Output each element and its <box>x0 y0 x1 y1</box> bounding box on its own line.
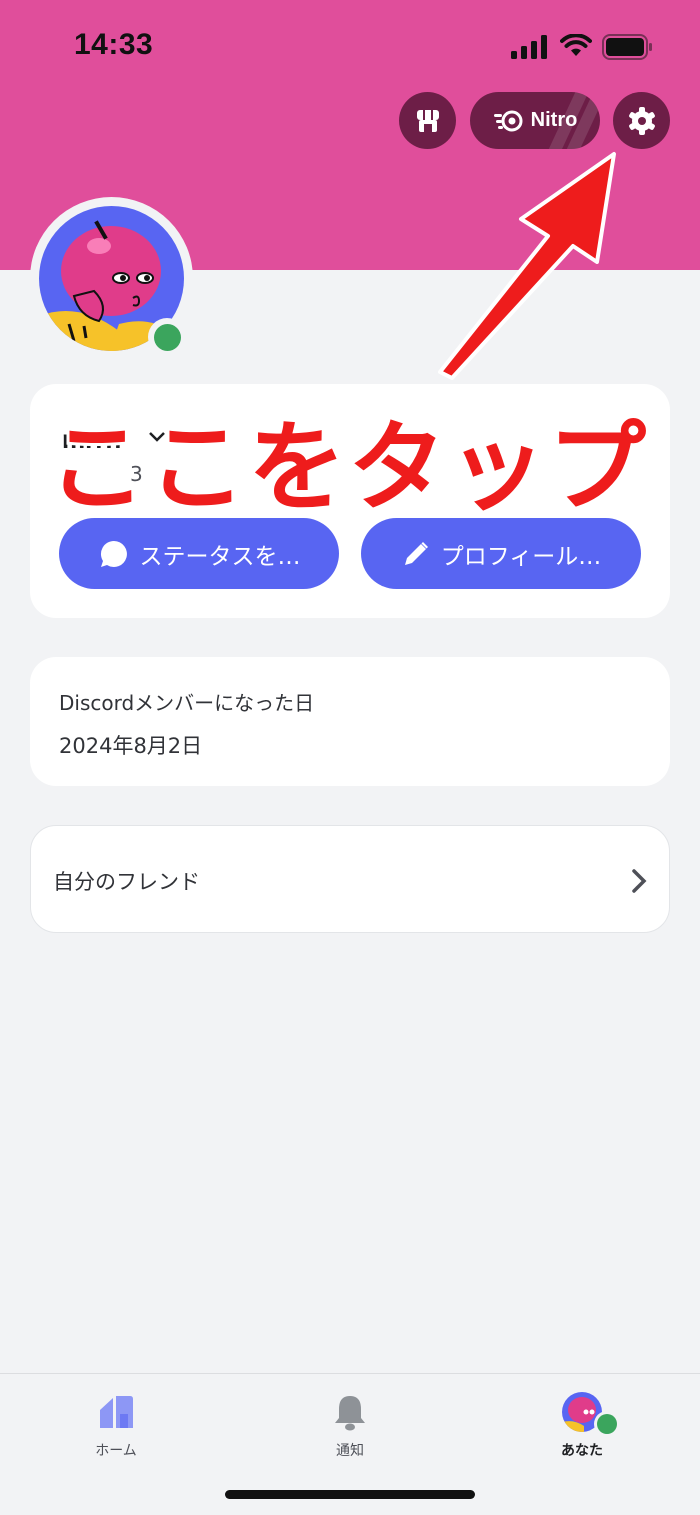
battery-icon <box>602 34 652 60</box>
annotation-tap-here: ここをタップ <box>45 408 649 528</box>
nitro-icon <box>493 110 523 131</box>
gear-icon <box>628 106 655 135</box>
bell-icon <box>335 1396 365 1431</box>
cellular-signal-icon <box>511 35 547 59</box>
member-since-card: Discordメンバーになった日 2024年8月2日 <box>30 657 670 786</box>
online-status-indicator <box>148 318 186 356</box>
my-friends-row[interactable]: 自分のフレンド <box>30 825 670 933</box>
tab-you-label: あなた <box>561 1443 603 1459</box>
tab-home-label: ホーム <box>95 1443 137 1459</box>
my-friends-label: 自分のフレンド <box>53 870 200 894</box>
tab-you[interactable]: あなた <box>522 1392 642 1460</box>
pencil-icon <box>404 541 428 565</box>
nitro-button[interactable]: Nitro <box>470 92 600 149</box>
edit-profile-label: プロフィール… <box>440 543 602 570</box>
status-time: 14:33 <box>74 28 154 61</box>
home-icon <box>100 1396 133 1428</box>
chevron-right-icon <box>632 869 647 893</box>
speech-bubble-icon <box>100 540 127 567</box>
wifi-icon <box>560 34 592 56</box>
tab-online-indicator <box>594 1411 620 1437</box>
status-bar: 14:33 <box>0 0 700 90</box>
shop-icon <box>416 109 439 132</box>
shop-button[interactable] <box>399 92 456 149</box>
home-indicator[interactable] <box>225 1490 475 1499</box>
tab-notifications[interactable]: 通知 <box>290 1392 410 1460</box>
nitro-label: Nitro <box>530 109 578 131</box>
member-since-date: 2024年8月2日 <box>59 734 203 758</box>
settings-button[interactable] <box>613 92 670 149</box>
tab-notifications-label: 通知 <box>336 1443 364 1459</box>
member-since-label: Discordメンバーになった日 <box>59 691 315 715</box>
set-status-label: ステータスを… <box>139 543 301 570</box>
tab-home[interactable]: ホーム <box>56 1392 176 1460</box>
